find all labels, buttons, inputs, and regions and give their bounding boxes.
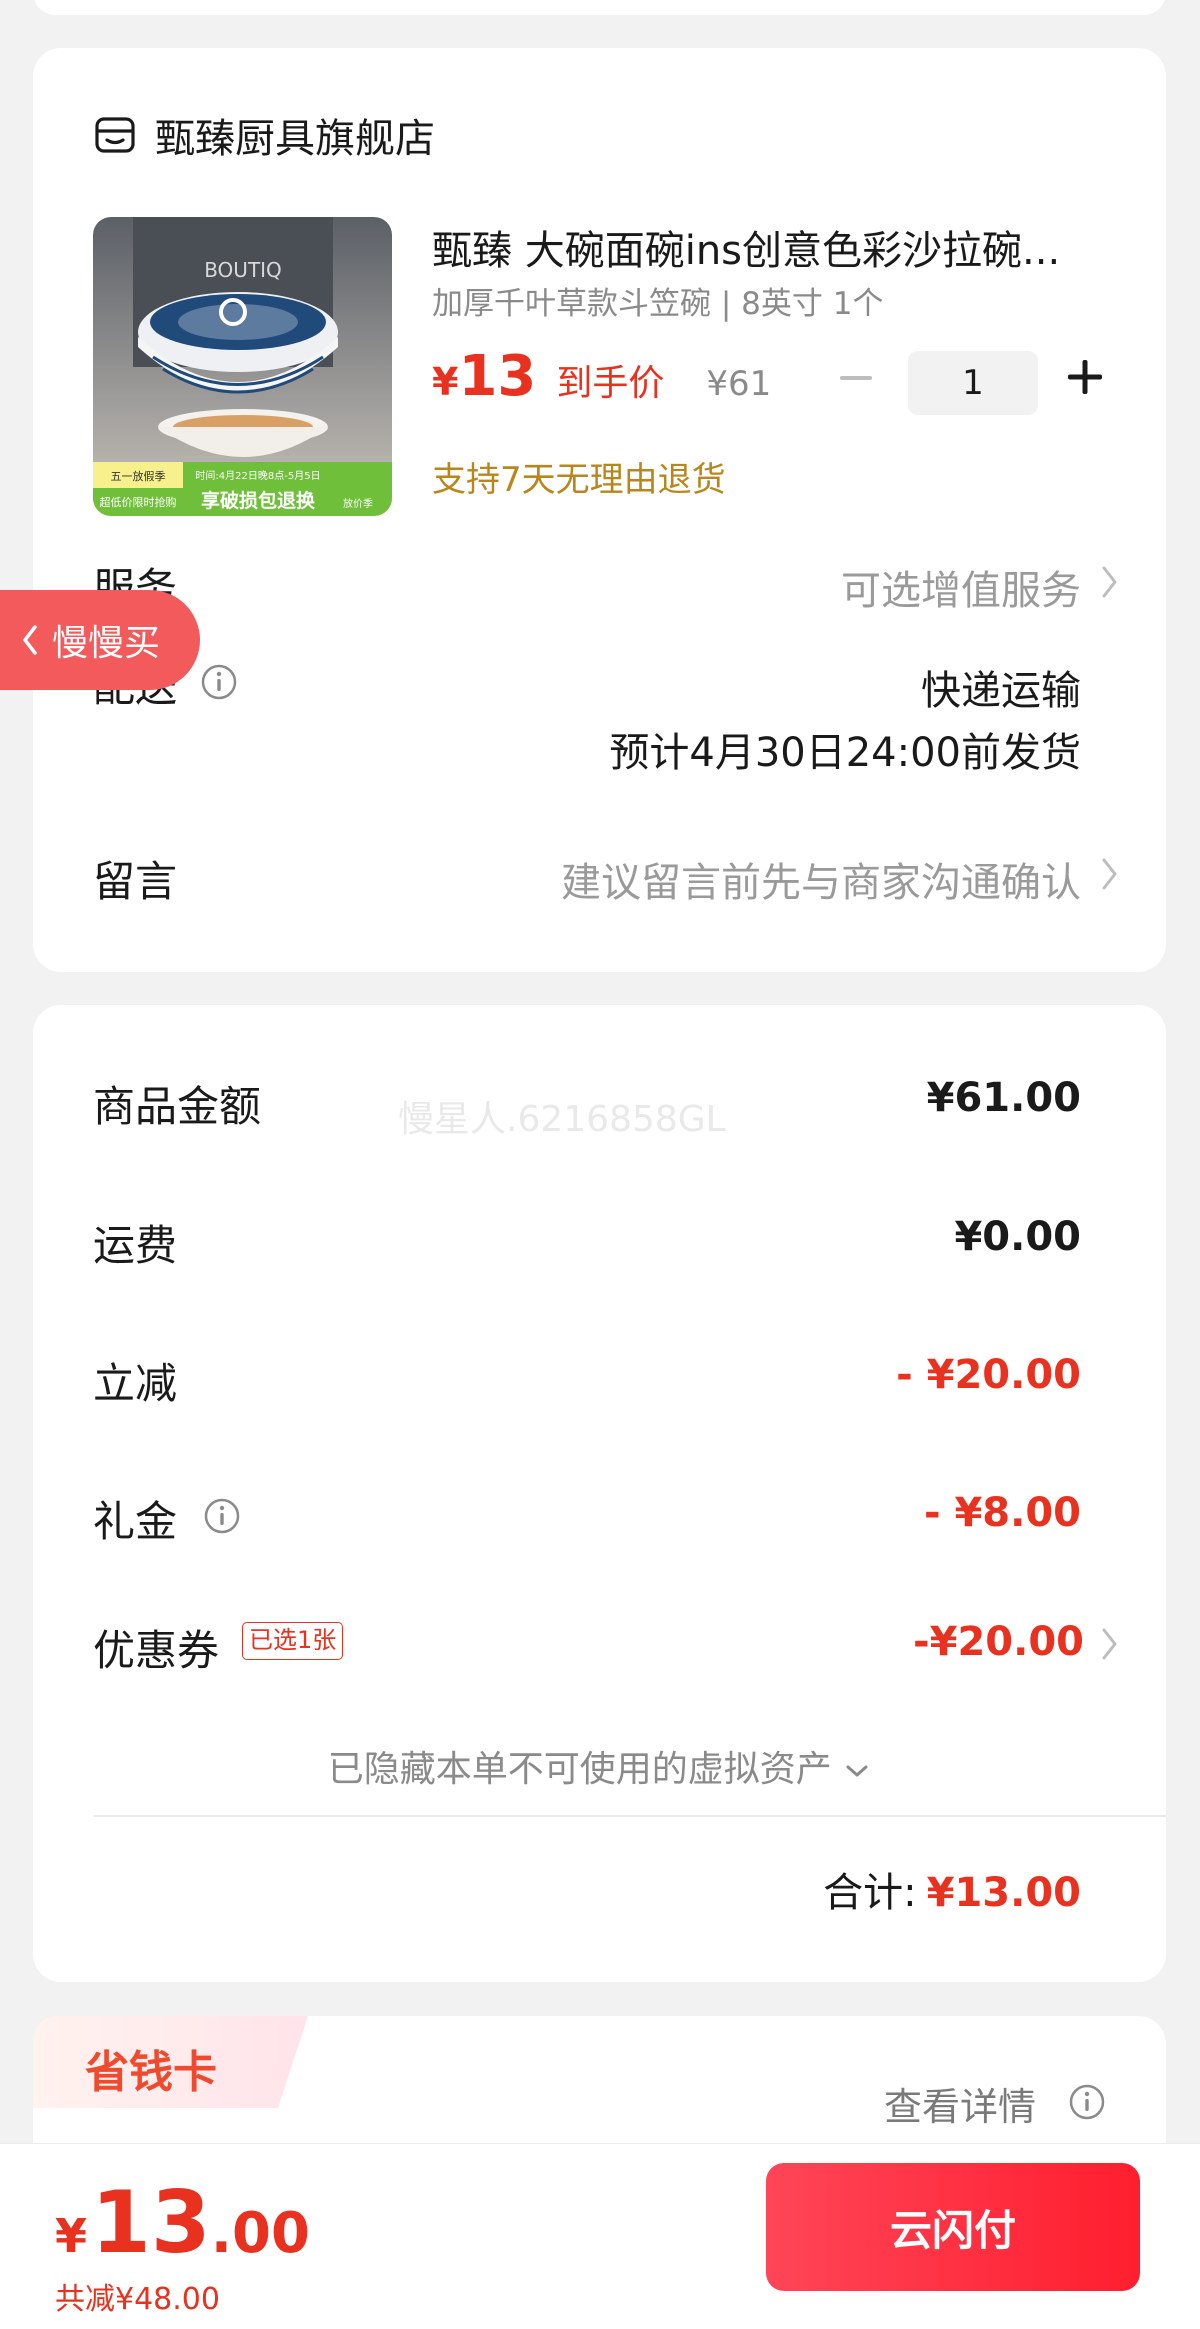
- gift-money-value: - ¥8.00: [923, 1490, 1081, 1536]
- final-price: 13: [458, 344, 537, 409]
- chevron-right-icon[interactable]: [1099, 563, 1121, 601]
- hidden-assets-text: 已隐藏本单不可使用的虚拟资产: [327, 1749, 832, 1790]
- total-label: 合计:: [823, 1870, 917, 1916]
- return-policy: 支持7天无理由退货: [432, 460, 726, 500]
- hidden-assets-toggle[interactable]: 已隐藏本单不可使用的虚拟资产: [33, 1740, 1166, 1792]
- goods-amount-value: ¥61.00: [926, 1075, 1081, 1121]
- saver-card-detail-link[interactable]: 查看详情: [884, 2076, 1036, 2131]
- coupon-label: 优惠券: [93, 1626, 220, 1675]
- chevron-left-icon: [23, 625, 37, 655]
- quantity-input[interactable]: 1: [908, 351, 1038, 415]
- instant-discount-label: 立减: [93, 1359, 178, 1408]
- previous-card-edge: [33, 0, 1166, 15]
- service-value[interactable]: 可选增值服务: [841, 558, 1081, 616]
- coupon-selected-badge: 已选1张: [242, 1622, 344, 1660]
- product-image-banner-left-bottom: 超低价限时抢购: [100, 495, 177, 509]
- quantity-plus-button[interactable]: [1065, 357, 1105, 397]
- store-icon: [95, 117, 135, 153]
- chevron-right-icon[interactable]: [1099, 1625, 1121, 1663]
- bottom-pay-bar: ¥ 13 .00 共减¥48.00 云闪付: [0, 2143, 1200, 2329]
- info-icon[interactable]: [200, 663, 238, 701]
- unionpay-quickpass-button[interactable]: 云闪付: [766, 2163, 1140, 2291]
- total-row: 合计: ¥13.00: [823, 1860, 1081, 1918]
- info-icon[interactable]: [203, 1497, 241, 1535]
- watermark: 慢星人.6216858GL: [398, 1099, 726, 1140]
- shop-order-card: 甄臻厨具旗舰店 BOUTIQ 五一放假季 超低价限时抢购 时间:4月22日晚8点…: [33, 48, 1166, 972]
- gift-money-label: 礼金: [93, 1497, 178, 1546]
- amount-summary-card: 慢星人.6216858GL 商品金额 ¥61.00 运费 ¥0.00 立减 - …: [33, 1005, 1166, 1982]
- product-image-banner-right-bottom: 享破损包退换: [201, 489, 316, 512]
- slow-buy-label: 慢慢买: [52, 623, 161, 664]
- delivery-method: 快递运输: [921, 668, 1081, 714]
- product-image-banner-right-top: 时间:4月22日晚8点-5月5日: [195, 469, 320, 482]
- slow-buy-floating-tag[interactable]: 慢慢买: [0, 590, 200, 690]
- chevron-right-icon[interactable]: [1099, 855, 1121, 893]
- coupon-value[interactable]: -¥20.00: [913, 1619, 1084, 1665]
- total-value: ¥13.00: [926, 1870, 1081, 1916]
- divider: [93, 1815, 1166, 1817]
- shop-header[interactable]: 甄臻厨具旗舰店: [93, 106, 435, 164]
- product-price-row: ¥ 13 到手价 ¥61: [432, 344, 771, 409]
- product-image[interactable]: BOUTIQ 五一放假季 超低价限时抢购 时间:4月22日晚8点-5月5日 享破…: [93, 217, 392, 516]
- original-price: ¥61: [706, 364, 772, 404]
- quantity-minus-button[interactable]: [836, 358, 876, 398]
- pay-currency: ¥: [55, 2209, 88, 2263]
- goods-amount-label: 商品金额: [93, 1082, 262, 1131]
- shipping-fee-value: ¥0.00: [954, 1214, 1081, 1260]
- product-image-banner-badge: 放价季: [343, 497, 373, 510]
- shipping-fee-label: 运费: [93, 1221, 178, 1270]
- total-saved: 共减¥48.00: [55, 2282, 220, 2317]
- pay-amount-decimal: .00: [210, 2201, 310, 2266]
- product-title[interactable]: 甄臻 大碗面碗ins创意色彩沙拉碗...: [432, 218, 1132, 276]
- saver-card-title: 省钱卡: [85, 2047, 217, 2098]
- product-spec[interactable]: 加厚千叶草款斗笠碗 | 8英寸 1个: [432, 278, 883, 323]
- delivery-estimate: 预计4月30日24:00前发货: [609, 730, 1081, 776]
- chevron-down-icon: [846, 1765, 868, 1777]
- message-input[interactable]: 建议留言前先与商家沟通确认: [561, 850, 1081, 908]
- product-image-brand: BOUTIQ: [204, 258, 282, 282]
- price-currency: ¥: [432, 360, 459, 404]
- info-icon[interactable]: [1068, 2083, 1106, 2121]
- message-label: 留言: [93, 857, 178, 906]
- shop-name: 甄臻厨具旗舰店: [155, 116, 435, 162]
- instant-discount-value: - ¥20.00: [896, 1352, 1081, 1398]
- product-image-banner-left-top: 五一放假季: [111, 469, 166, 483]
- pay-amount-integer: 13: [91, 2173, 211, 2273]
- pay-amount: ¥ 13 .00: [55, 2180, 310, 2266]
- final-price-label: 到手价: [556, 363, 665, 404]
